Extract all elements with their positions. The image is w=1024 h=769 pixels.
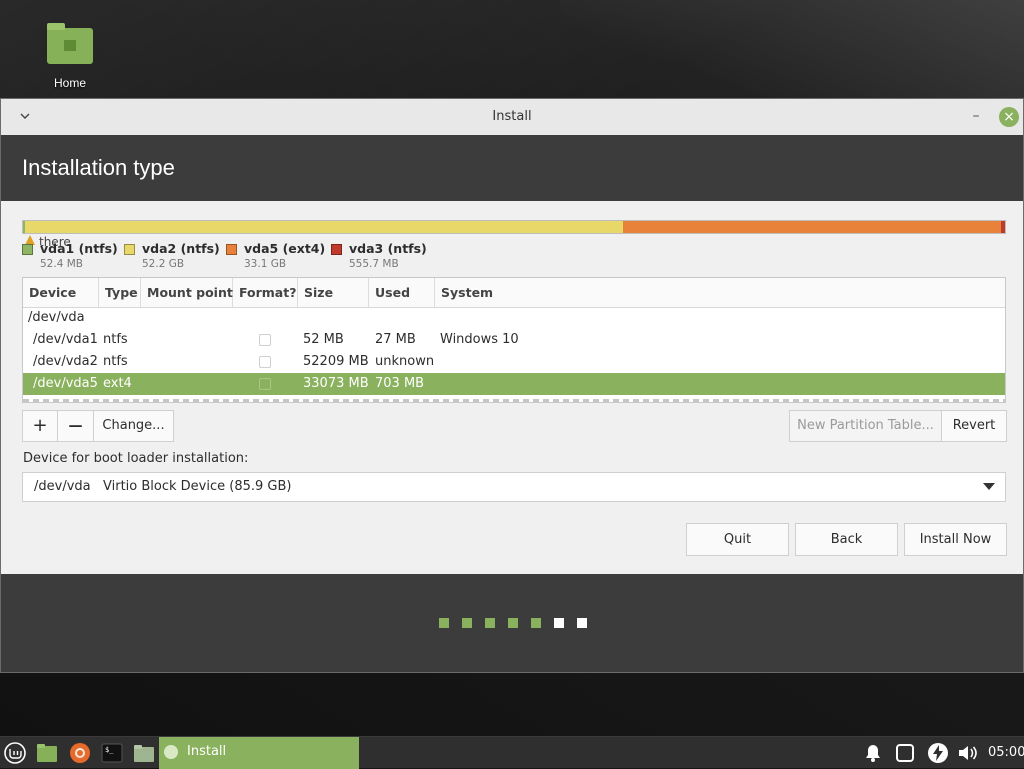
column-header-type[interactable]: Type [99, 278, 141, 307]
mint-menu-icon[interactable] [4, 742, 26, 764]
cell-type: ntfs [103, 354, 128, 369]
column-header-mount-point[interactable]: Mount point [141, 278, 233, 307]
legend-size: 33.1 GB [244, 258, 287, 270]
cell-size: 33073 MB [303, 376, 369, 391]
column-header-format[interactable]: Format? [233, 278, 298, 307]
format-checkbox[interactable] [259, 356, 271, 368]
add-partition-button[interactable]: + [22, 410, 58, 442]
close-button[interactable]: × [999, 107, 1019, 127]
back-button[interactable]: Back [795, 523, 898, 556]
cell-size: 52209 MB [303, 354, 369, 369]
taskbar-item-label: Install [187, 744, 227, 759]
cell-size: 52 MB [303, 332, 344, 347]
cell-used: 27 MB [375, 332, 416, 347]
power-icon[interactable] [927, 742, 949, 764]
cell-type: ntfs [103, 332, 128, 347]
taskbar: $_ Install 05:00 [0, 736, 1024, 769]
bootloader-device-select[interactable]: /dev/vda Virtio Block Device (85.9 GB) [22, 472, 1006, 502]
window-titlebar: Install – × [1, 99, 1023, 136]
table-header: Device Type Mount point Format? Size Use… [23, 278, 1005, 308]
table-row[interactable]: /dev/vda [23, 307, 1005, 329]
install-window: Install – × Installation type there vda1… [0, 98, 1024, 673]
revert-button[interactable]: Revert [941, 410, 1007, 442]
cell-device: /dev/vda2 [33, 354, 98, 369]
clock: 05:00 [988, 745, 1024, 760]
progress-step-dot [508, 618, 518, 628]
table-row[interactable]: /dev/vda1 ntfs 52 MB 27 MB Windows 10 [23, 329, 1005, 351]
files-icon[interactable] [36, 742, 58, 764]
cell-device: /dev/vda1 [33, 332, 98, 347]
partition-segment [1001, 221, 1006, 233]
bootloader-selected-value: /dev/vda Virtio Block Device (85.9 GB) [34, 479, 292, 494]
dropdown-arrow-icon [983, 483, 995, 490]
progress-step-dot [462, 618, 472, 628]
partition-segment [623, 221, 1002, 233]
legend-size: 52.2 GB [142, 258, 185, 270]
quit-button[interactable]: Quit [686, 523, 789, 556]
legend-swatch [331, 244, 342, 255]
table-scroll-edge [23, 399, 1005, 402]
installer-footer [1, 574, 1023, 672]
cell-used: unknown [375, 354, 435, 369]
volume-icon[interactable] [957, 742, 979, 764]
legend-swatch [124, 244, 135, 255]
column-header-size[interactable]: Size [298, 278, 369, 307]
partition-bar [22, 220, 1006, 234]
legend-size: 52.4 MB [40, 258, 83, 270]
table-row-selected[interactable]: /dev/vda5 ext4 33073 MB 703 MB [23, 373, 1005, 395]
installer-app-icon [164, 745, 178, 759]
legend-name: vda2 (ntfs) [142, 241, 220, 256]
new-partition-table-button[interactable]: New Partition Table... [789, 410, 942, 442]
partition-table[interactable]: Device Type Mount point Format? Size Use… [22, 277, 1006, 403]
firefox-icon[interactable] [69, 742, 91, 764]
home-desktop-icon[interactable]: Home [40, 23, 100, 90]
taskbar-item-install[interactable]: Install [159, 737, 359, 769]
change-partition-button[interactable]: Change... [93, 410, 174, 442]
column-header-system[interactable]: System [435, 278, 1005, 307]
format-checkbox[interactable] [259, 378, 271, 390]
column-header-device[interactable]: Device [23, 278, 99, 307]
cell-used: 703 MB [375, 376, 425, 391]
legend-name: vda5 (ext4) [244, 241, 326, 256]
folder-icon[interactable] [133, 742, 155, 764]
progress-step-dot [577, 618, 587, 628]
notifications-icon[interactable] [862, 742, 884, 764]
bootloader-label: Device for boot loader installation: [23, 451, 249, 466]
format-checkbox[interactable] [259, 334, 271, 346]
tablet-icon[interactable] [894, 742, 916, 764]
minimize-button[interactable]: – [969, 108, 983, 124]
progress-step-dot [554, 618, 564, 628]
progress-step-dot [531, 618, 541, 628]
legend-name: vda3 (ntfs) [349, 241, 427, 256]
svg-text:$_: $_ [105, 746, 114, 754]
legend-swatch [226, 244, 237, 255]
page-header: Installation type [1, 135, 1023, 201]
cell-device: /dev/vda [28, 310, 85, 325]
partition-segment [24, 221, 624, 233]
legend-size: 555.7 MB [349, 258, 399, 270]
progress-step-dot [439, 618, 449, 628]
column-header-used[interactable]: Used [369, 278, 435, 307]
installation-type-content: there vda1 (ntfs) 52.4 MB vda2 (ntfs) 52… [1, 201, 1023, 574]
legend-swatch [22, 244, 33, 255]
window-title: Install [492, 109, 532, 124]
terminal-icon[interactable]: $_ [101, 742, 123, 764]
cell-type: ext4 [103, 376, 132, 391]
home-folder-icon [47, 23, 93, 64]
cell-system: Windows 10 [440, 332, 519, 347]
partition-legend: vda1 (ntfs) 52.4 MB vda2 (ntfs) 52.2 GB … [22, 241, 1006, 275]
page-title: Installation type [22, 155, 175, 180]
remove-partition-button[interactable]: — [57, 410, 94, 442]
legend-name: vda1 (ntfs) [40, 241, 118, 256]
progress-step-dot [485, 618, 495, 628]
install-now-button[interactable]: Install Now [904, 523, 1007, 556]
home-icon-label: Home [53, 76, 86, 90]
table-row[interactable]: /dev/vda2 ntfs 52209 MB unknown [23, 351, 1005, 373]
cell-device: /dev/vda5 [33, 376, 98, 391]
